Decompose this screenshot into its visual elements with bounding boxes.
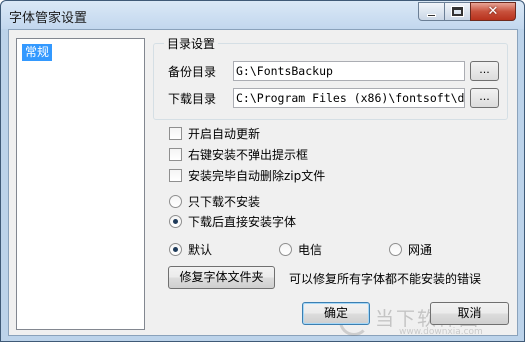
auto-update-checkbox[interactable]: 开启自动更新 [169, 125, 260, 142]
download-only-label: 只下载不安装 [188, 195, 261, 209]
network-telecom-label: 电信 [298, 243, 323, 257]
maximize-icon [452, 7, 463, 16]
radio-dot [173, 247, 178, 252]
radio-circle [279, 243, 292, 256]
radio-circle [169, 195, 182, 208]
download-dir-field[interactable]: C:\Program Files (x86)\fontsoft\d [233, 88, 465, 108]
repair-note: 可以修复所有字体都不能安装的错误 [289, 272, 482, 286]
category-item-general[interactable]: 常规 [22, 44, 53, 61]
watermark-url: www.downxia.com [399, 327, 483, 337]
checkbox-box [169, 148, 182, 161]
auto-update-label: 开启自动更新 [188, 127, 261, 141]
no-prompt-checkbox[interactable]: 右键安装不弹出提示框 [169, 146, 308, 163]
minimize-icon [427, 13, 436, 17]
backup-dir-field[interactable]: G:\FontsBackup [233, 61, 465, 81]
download-install-label: 下载后直接安装字体 [188, 215, 297, 229]
window-title: 字体管家设置 [9, 11, 88, 26]
delete-zip-label: 安装完毕自动删除zip文件 [188, 169, 326, 183]
download-install-radio[interactable]: 下载后直接安装字体 [169, 213, 296, 230]
network-telecom-radio[interactable]: 电信 [279, 241, 322, 258]
radio-dot [173, 219, 178, 224]
network-netcom-label: 网通 [408, 243, 433, 257]
backup-dir-label: 备份目录 [168, 65, 217, 79]
title-bar[interactable]: 字体管家设置 ✕ [1, 1, 524, 29]
minimize-button[interactable] [418, 2, 445, 21]
close-button[interactable]: ✕ [470, 2, 516, 21]
category-list[interactable]: 常规 [16, 38, 145, 330]
delete-zip-checkbox[interactable]: 安装完毕自动删除zip文件 [169, 167, 325, 184]
radio-circle [389, 243, 402, 256]
checkbox-box [169, 169, 182, 182]
settings-window: 字体管家设置 ✕ 常规 目录设置 备份目录 G:\FontsBackup ...… [0, 0, 525, 342]
directory-group-title: 目录设置 [164, 35, 219, 52]
checkbox-box [169, 127, 182, 140]
download-dir-label: 下载目录 [168, 92, 217, 106]
cancel-button[interactable]: 取消 [430, 302, 509, 325]
download-only-radio[interactable]: 只下载不安装 [169, 193, 260, 210]
no-prompt-label: 右键安装不弹出提示框 [188, 148, 309, 162]
maximize-button[interactable] [444, 2, 471, 21]
network-default-label: 默认 [188, 243, 213, 257]
download-browse-button[interactable]: ... [470, 88, 499, 108]
dialog-body: 常规 目录设置 备份目录 G:\FontsBackup ... 下载目录 C:\… [8, 29, 518, 337]
network-default-radio[interactable]: 默认 [169, 241, 212, 258]
close-icon: ✕ [487, 4, 499, 19]
network-netcom-radio[interactable]: 网通 [389, 241, 432, 258]
ok-button[interactable]: 确定 [302, 302, 370, 325]
repair-font-folder-button[interactable]: 修复字体文件夹 [168, 266, 275, 289]
directory-settings-group: 目录设置 备份目录 G:\FontsBackup ... 下载目录 C:\Pro… [153, 35, 508, 120]
radio-circle [169, 215, 182, 228]
radio-circle [169, 243, 182, 256]
backup-browse-button[interactable]: ... [470, 61, 499, 81]
